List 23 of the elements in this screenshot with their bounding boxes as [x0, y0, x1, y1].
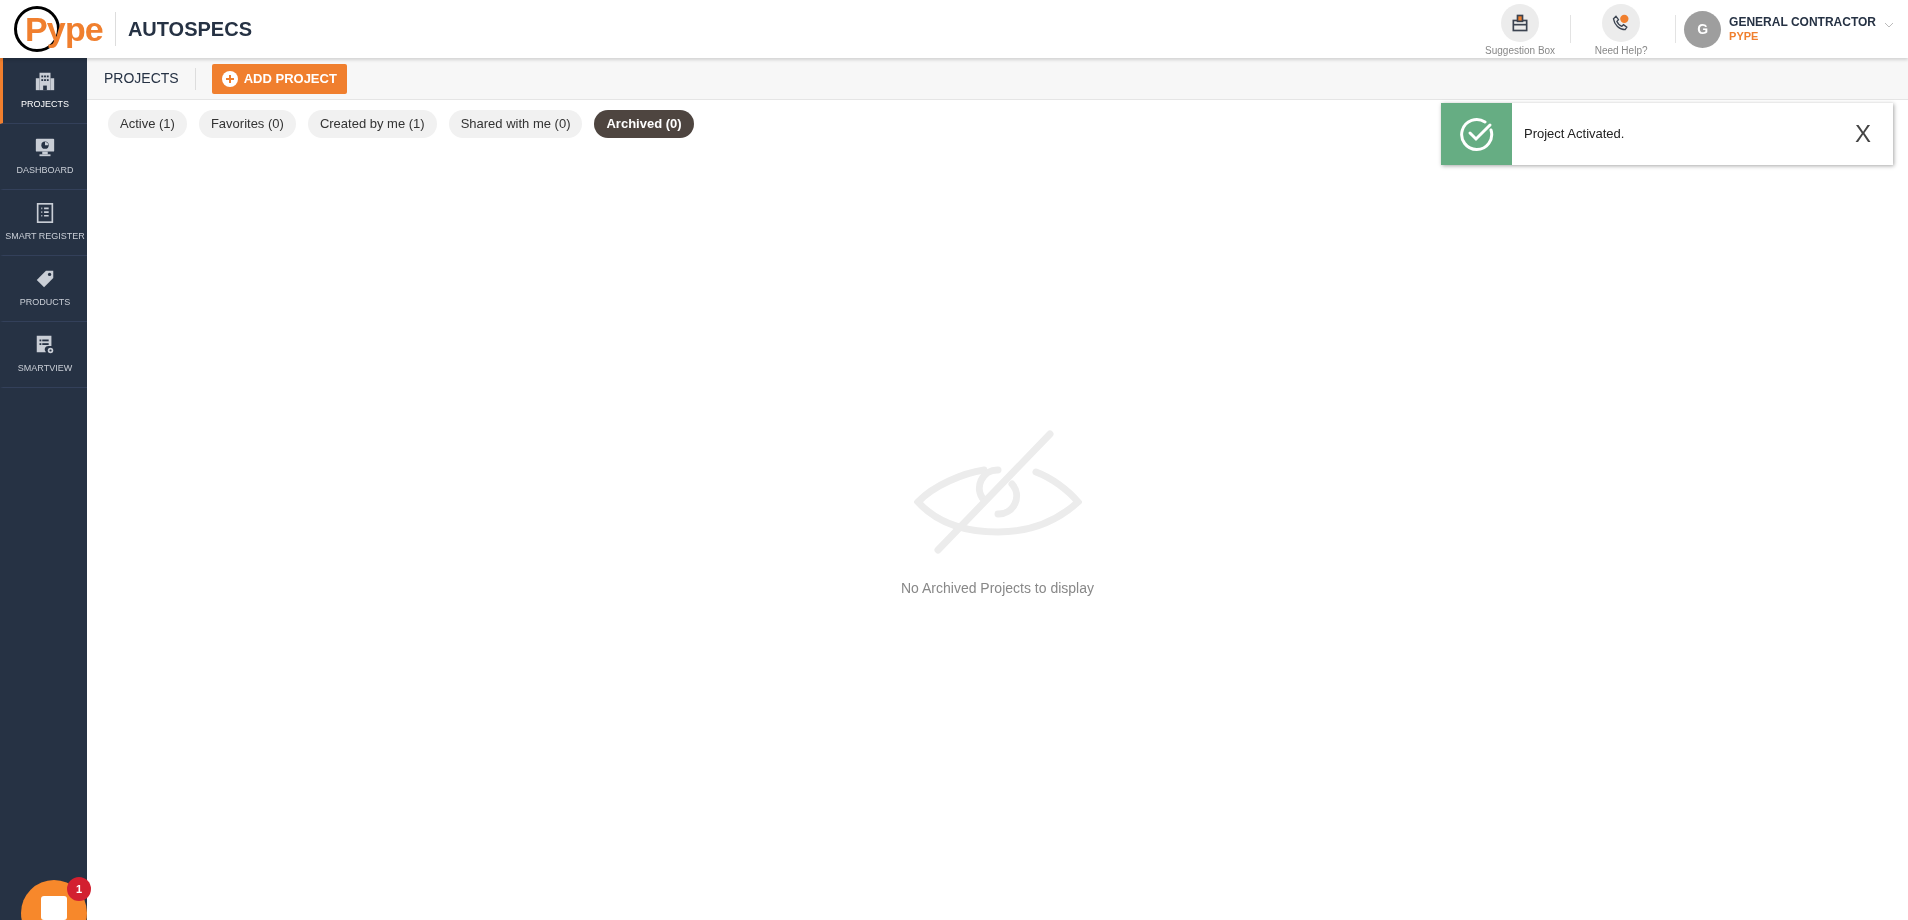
empty-message: No Archived Projects to display [901, 579, 1094, 598]
product-name: AUTOSPECS [127, 17, 252, 42]
close-button[interactable]: X [1855, 116, 1871, 152]
page-title: PROJECTS [104, 69, 179, 88]
sidebar-item[interactable]: SMARTVIEW [0, 322, 87, 388]
view-settings-icon [34, 333, 56, 356]
header-action-button[interactable]: Need Help? [1575, 0, 1668, 58]
sidebar-item[interactable]: DASHBOARD [0, 124, 87, 190]
list-icon [34, 201, 56, 224]
filter-tab[interactable]: Shared with me (0) [448, 110, 583, 138]
sidebar-item[interactable]: PRODUCTS [0, 256, 87, 322]
check-circle-icon [1458, 116, 1495, 152]
plus-circle-icon [221, 70, 238, 87]
filter-tab[interactable]: Favorites (0) [198, 110, 296, 138]
filter-tab[interactable]: Active (1) [108, 110, 187, 138]
notification-badge: 1 [67, 877, 91, 901]
company-name: PYPE [1729, 29, 1760, 44]
sidebar-item[interactable]: SMART REGISTER [0, 190, 87, 256]
toast-message: Project Activated. [1524, 125, 1625, 144]
filter-tab[interactable]: Created by me (1) [307, 110, 437, 138]
user-name: GENERAL CONTRACTOR [1729, 14, 1876, 30]
header-action-button[interactable]: Suggestion Box [1474, 0, 1567, 58]
filter-tab[interactable]: Archived (0) [594, 110, 694, 138]
